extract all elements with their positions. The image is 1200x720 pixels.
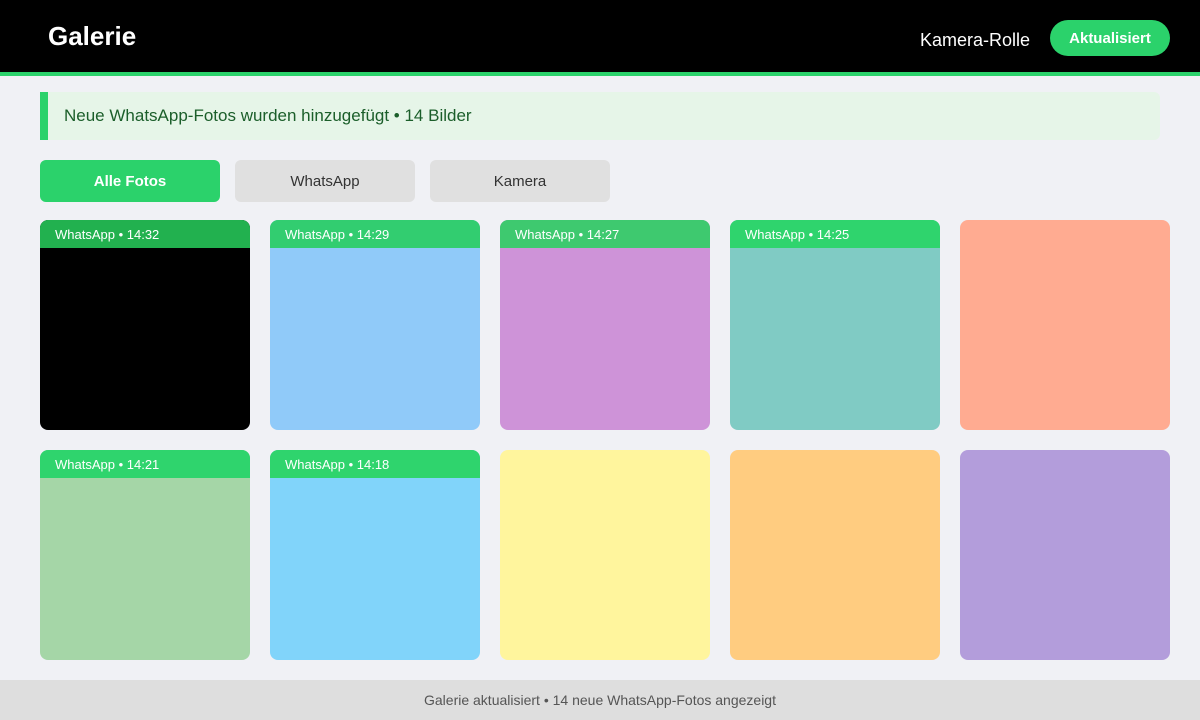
tab-whatsapp[interactable]: WhatsApp	[235, 160, 415, 202]
photo-source-tag: WhatsApp • 14:32	[40, 220, 250, 248]
photo-tile[interactable]	[500, 450, 710, 660]
app-title: Galerie	[48, 21, 137, 51]
photo-tile[interactable]: WhatsApp • 14:27	[500, 220, 710, 430]
album-label[interactable]: Kamera-Rolle	[920, 30, 1030, 51]
photo-tile[interactable]: WhatsApp • 14:29	[270, 220, 480, 430]
tab-all-photos[interactable]: Alle Fotos	[40, 160, 220, 202]
status-text: Galerie aktualisiert • 14 neue WhatsApp-…	[424, 692, 776, 708]
photo-tile[interactable]	[730, 450, 940, 660]
refresh-button[interactable]: Aktualisiert	[1050, 20, 1170, 56]
photo-tile[interactable]	[960, 450, 1170, 660]
photo-tile[interactable]: WhatsApp • 14:21	[40, 450, 250, 660]
tab-camera[interactable]: Kamera	[430, 160, 610, 202]
photo-source-tag: WhatsApp • 14:21	[40, 450, 250, 478]
banner-text: Neue WhatsApp-Fotos wurden hinzugefügt •…	[64, 106, 472, 125]
photo-tile[interactable]: WhatsApp • 14:32	[40, 220, 250, 430]
photo-source-tag: WhatsApp • 14:18	[270, 450, 480, 478]
photo-source-tag: WhatsApp • 14:27	[500, 220, 710, 248]
photo-tile[interactable]	[960, 220, 1170, 430]
photo-tile[interactable]: WhatsApp • 14:25	[730, 220, 940, 430]
app-header: Galerie Kamera-Rolle Aktualisiert	[0, 0, 1200, 76]
photo-source-tag: WhatsApp • 14:25	[730, 220, 940, 248]
notification-banner: Neue WhatsApp-Fotos wurden hinzugefügt •…	[40, 92, 1160, 140]
status-bar: Galerie aktualisiert • 14 neue WhatsApp-…	[0, 680, 1200, 720]
photo-source-tag: WhatsApp • 14:29	[270, 220, 480, 248]
photo-tile[interactable]: WhatsApp • 14:18	[270, 450, 480, 660]
